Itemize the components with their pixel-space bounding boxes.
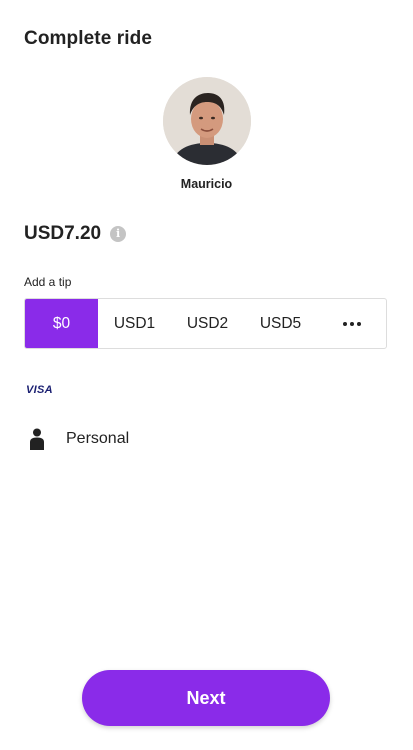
tip-option-0[interactable]: $0 [25, 299, 98, 348]
page-title: Complete ride [24, 28, 152, 49]
complete-ride-screen: Complete ride Mauricio USD7.20 i Add a t… [0, 0, 413, 750]
more-dot [349, 321, 354, 326]
more-dot [356, 321, 361, 326]
driver-avatar [162, 77, 251, 165]
fare-row: USD7.20 i [24, 223, 127, 245]
more-horizontal-icon[interactable] [317, 299, 386, 348]
info-icon[interactable]: i [110, 226, 127, 242]
fare-amount: USD7.20 [24, 223, 102, 244]
driver-section: Mauricio [0, 77, 413, 191]
profile-label: Personal [66, 430, 130, 447]
driver-name: Mauricio [180, 177, 233, 191]
next-button[interactable]: Next [82, 670, 330, 726]
tip-selector: $0 USD1 USD2 USD5 [24, 298, 387, 349]
tip-option-usd2[interactable]: USD2 [171, 299, 244, 348]
driver-photo [162, 77, 251, 165]
ride-profile-row[interactable]: Personal [30, 428, 129, 450]
tip-option-usd5[interactable]: USD5 [244, 299, 317, 348]
tip-option-usd1[interactable]: USD1 [98, 299, 171, 348]
visa-card-icon[interactable]: VISA [26, 384, 53, 396]
more-dot [342, 321, 347, 326]
person-icon [30, 428, 44, 450]
tip-label: Add a tip [24, 275, 72, 289]
